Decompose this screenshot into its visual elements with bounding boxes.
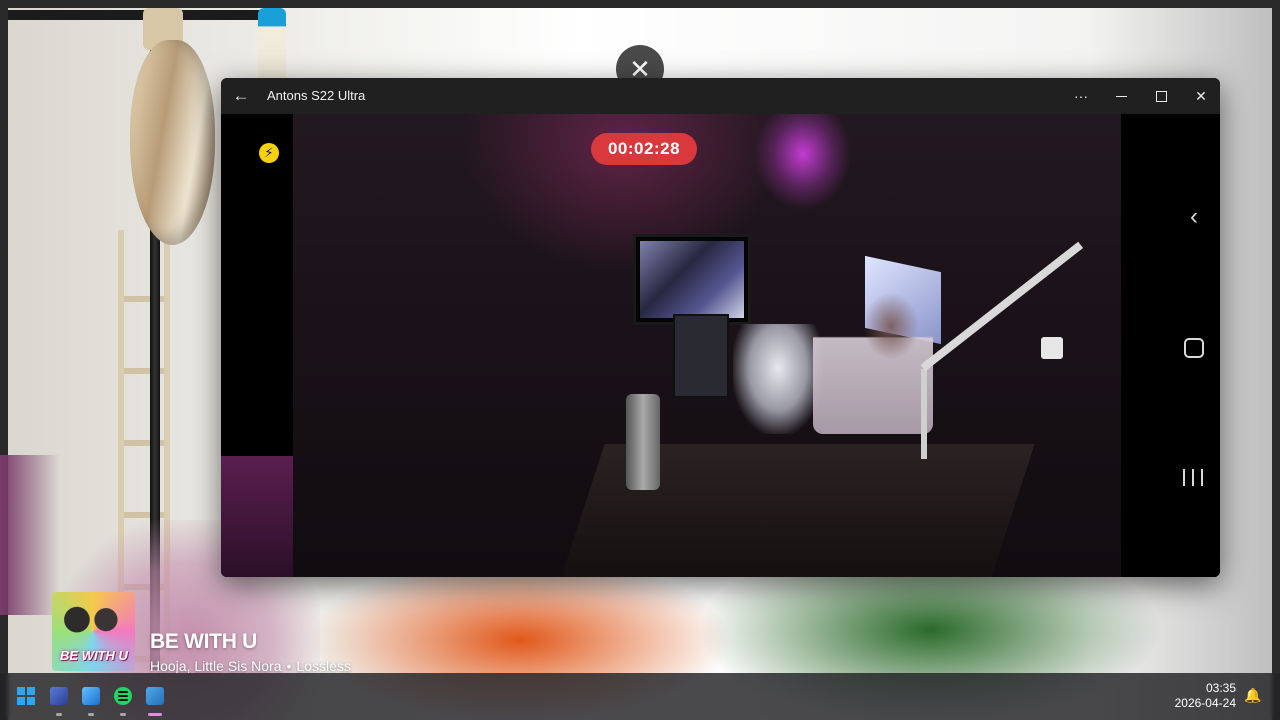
song-subtitle: Hooja, Little Sis Nora • Lossless bbox=[150, 658, 351, 674]
recording-timer: 00:02:28 bbox=[591, 133, 697, 165]
flash-toggle[interactable]: ⚡ bbox=[259, 143, 279, 163]
photo-frame-right bbox=[1272, 0, 1280, 720]
taskbar: 03:35 2026-04-24 🔔 bbox=[0, 673, 1280, 720]
notification-bell-icon[interactable]: 🔔 bbox=[1244, 687, 1261, 703]
scene-speaker bbox=[626, 394, 660, 490]
close-icon: ✕ bbox=[1195, 87, 1207, 104]
wallpaper-fish bbox=[130, 40, 215, 245]
window-title: Antons S22 Ultra bbox=[267, 88, 366, 103]
window-close-button[interactable]: ✕ bbox=[1181, 78, 1220, 114]
flash-icon: ⚡ bbox=[264, 145, 274, 160]
maximize-icon bbox=[1155, 90, 1167, 102]
taskbar-indicator-active bbox=[148, 713, 162, 716]
separator: • bbox=[286, 658, 292, 674]
phone-screen[interactable]: ⚡ 00:02:28 ‹ bbox=[221, 114, 1220, 577]
window-more-button[interactable]: ··· bbox=[1061, 78, 1101, 114]
system-clock[interactable]: 03:35 2026-04-24 bbox=[1168, 681, 1236, 711]
window-maximize-button[interactable] bbox=[1141, 78, 1181, 114]
chevron-left-icon: ‹ bbox=[1190, 203, 1198, 230]
android-nav-bar bbox=[1121, 114, 1220, 577]
phone-mirror-window: ← Antons S22 Ultra ··· ✕ ⚡ 00:02:28 ‹ bbox=[221, 78, 1220, 577]
taskbar-indicator bbox=[56, 713, 62, 716]
back-arrow-icon: ← bbox=[232, 86, 250, 105]
scene-person bbox=[813, 284, 933, 434]
song-artists: Hooja, Little Sis Nora bbox=[150, 658, 282, 674]
android-home-button[interactable] bbox=[1184, 338, 1204, 358]
taskbar-indicator bbox=[120, 713, 126, 716]
clock-date: 2026-04-24 bbox=[1174, 696, 1236, 710]
window-back-button[interactable]: ← bbox=[229, 84, 253, 108]
photo-frame-top bbox=[0, 0, 1280, 8]
spotify-icon[interactable] bbox=[112, 685, 134, 707]
window-minimize-button[interactable] bbox=[1101, 78, 1141, 114]
audio-quality: Lossless bbox=[296, 658, 351, 674]
app-window-icon[interactable] bbox=[144, 685, 166, 707]
android-recents-button[interactable] bbox=[1183, 467, 1203, 487]
media-player-icon[interactable] bbox=[48, 685, 70, 707]
android-back-button[interactable]: ‹ bbox=[1183, 204, 1205, 230]
windows-start-icon[interactable] bbox=[15, 685, 37, 707]
window-titlebar[interactable]: ← Antons S22 Ultra ··· ✕ bbox=[221, 78, 1220, 114]
camera-viewfinder[interactable] bbox=[293, 114, 1121, 577]
minimize-icon bbox=[1115, 95, 1127, 97]
stop-record-button[interactable] bbox=[1041, 337, 1063, 359]
more-options-icon: ··· bbox=[1074, 88, 1088, 104]
scene-lamp-stand bbox=[921, 369, 927, 459]
now-playing-widget[interactable]: BE WITH U BE WITH U Hooja, Little Sis No… bbox=[52, 592, 412, 674]
song-title: BE WITH U bbox=[150, 630, 257, 653]
scene-monitor bbox=[633, 234, 751, 325]
album-art-text: BE WITH U bbox=[60, 648, 128, 663]
taskbar-indicator bbox=[88, 713, 94, 716]
scene-monitor-small bbox=[673, 314, 729, 398]
clock-time: 03:35 bbox=[1205, 681, 1236, 695]
album-art: BE WITH U bbox=[52, 592, 135, 671]
scene-robot bbox=[733, 324, 823, 434]
wallpaper-pink-edge bbox=[0, 455, 60, 615]
photos-icon[interactable] bbox=[80, 685, 102, 707]
